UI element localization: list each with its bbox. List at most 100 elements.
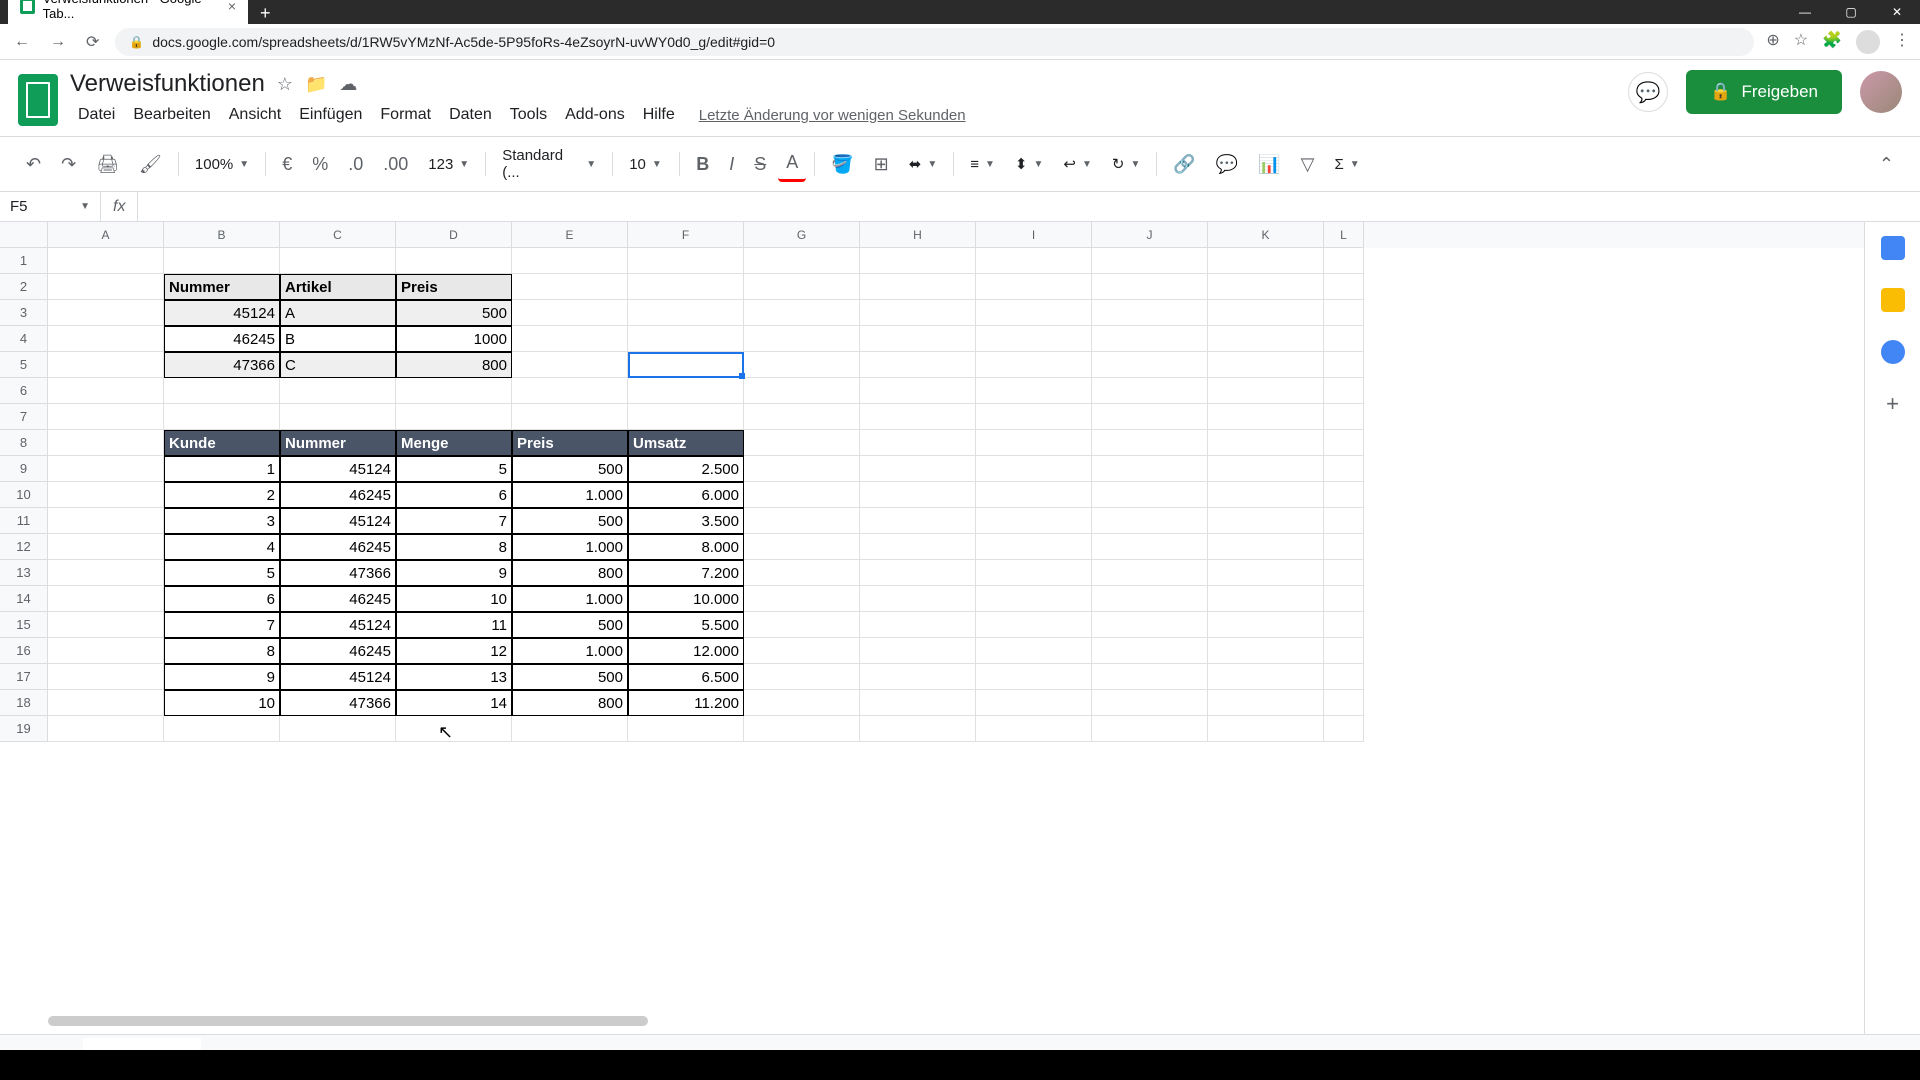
cell-J14[interactable] <box>1092 586 1208 612</box>
text-color-button[interactable]: A <box>778 146 806 182</box>
col-header-J[interactable]: J <box>1092 222 1208 248</box>
last-edit-status[interactable]: Letzte Änderung vor wenigen Sekunden <box>699 107 966 124</box>
cell-K1[interactable] <box>1208 248 1324 274</box>
cell-G16[interactable] <box>744 638 860 664</box>
cell-C17[interactable]: 45124 <box>280 664 396 690</box>
v-align-button[interactable]: ⬍▼ <box>1007 151 1051 177</box>
menu-hilfe[interactable]: Hilfe <box>635 102 683 128</box>
close-tab-icon[interactable]: × <box>228 0 236 14</box>
cell-E3[interactable] <box>512 300 628 326</box>
cell-E17[interactable]: 500 <box>512 664 628 690</box>
cell-J10[interactable] <box>1092 482 1208 508</box>
close-window-button[interactable]: ✕ <box>1874 0 1920 24</box>
cell-A7[interactable] <box>48 404 164 430</box>
menu-addons[interactable]: Add-ons <box>557 102 633 128</box>
cell-L6[interactable] <box>1324 378 1364 404</box>
cell-E6[interactable] <box>512 378 628 404</box>
cell-E1[interactable] <box>512 248 628 274</box>
menu-icon[interactable]: ⋮ <box>1894 30 1910 54</box>
cell-D2[interactable]: Preis <box>396 274 512 300</box>
cell-G1[interactable] <box>744 248 860 274</box>
cell-H14[interactable] <box>860 586 976 612</box>
cell-E16[interactable]: 1.000 <box>512 638 628 664</box>
cell-G17[interactable] <box>744 664 860 690</box>
cell-D9[interactable]: 5 <box>396 456 512 482</box>
spreadsheet-grid[interactable]: ABCDEFGHIJKL 12NummerArtikelPreis345124A… <box>0 222 1864 1072</box>
cell-G10[interactable] <box>744 482 860 508</box>
col-header-H[interactable]: H <box>860 222 976 248</box>
cell-C18[interactable]: 47366 <box>280 690 396 716</box>
cell-L8[interactable] <box>1324 430 1364 456</box>
cell-F11[interactable]: 3.500 <box>628 508 744 534</box>
cell-H17[interactable] <box>860 664 976 690</box>
cell-I13[interactable] <box>976 560 1092 586</box>
cell-C7[interactable] <box>280 404 396 430</box>
collapse-toolbar-button[interactable]: ⌃ <box>1871 148 1902 181</box>
cell-F14[interactable]: 10.000 <box>628 586 744 612</box>
cell-A3[interactable] <box>48 300 164 326</box>
cell-F13[interactable]: 7.200 <box>628 560 744 586</box>
cell-K3[interactable] <box>1208 300 1324 326</box>
cell-G7[interactable] <box>744 404 860 430</box>
url-field[interactable]: 🔒 docs.google.com/spreadsheets/d/1RW5vYM… <box>115 28 1754 56</box>
decrease-decimal-button[interactable]: .0 <box>340 148 371 181</box>
cell-E7[interactable] <box>512 404 628 430</box>
cell-E11[interactable]: 500 <box>512 508 628 534</box>
star-icon[interactable]: ☆ <box>1794 30 1808 54</box>
cell-E4[interactable] <box>512 326 628 352</box>
borders-button[interactable]: ⊞ <box>866 148 897 181</box>
col-header-D[interactable]: D <box>396 222 512 248</box>
cell-D7[interactable] <box>396 404 512 430</box>
cell-C16[interactable]: 46245 <box>280 638 396 664</box>
back-button[interactable]: ← <box>10 29 34 55</box>
reload-button[interactable]: ⟳ <box>82 28 103 56</box>
cell-G8[interactable] <box>744 430 860 456</box>
name-box[interactable]: F5▼ <box>0 198 100 215</box>
cell-H15[interactable] <box>860 612 976 638</box>
col-header-G[interactable]: G <box>744 222 860 248</box>
cell-E5[interactable] <box>512 352 628 378</box>
cell-I14[interactable] <box>976 586 1092 612</box>
cell-F9[interactable]: 2.500 <box>628 456 744 482</box>
rotate-button[interactable]: ↻▼ <box>1104 151 1148 177</box>
row-header-9[interactable]: 9 <box>0 456 48 482</box>
cell-F17[interactable]: 6.500 <box>628 664 744 690</box>
cell-G12[interactable] <box>744 534 860 560</box>
filter-button[interactable]: ▽ <box>1293 148 1323 181</box>
share-button[interactable]: 🔒 Freigeben <box>1686 70 1842 114</box>
row-header-19[interactable]: 19 <box>0 716 48 742</box>
cell-B18[interactable]: 10 <box>164 690 280 716</box>
font-select[interactable]: Standard (...▼ <box>494 143 604 185</box>
cell-J3[interactable] <box>1092 300 1208 326</box>
cell-G6[interactable] <box>744 378 860 404</box>
cell-B17[interactable]: 9 <box>164 664 280 690</box>
cell-A2[interactable] <box>48 274 164 300</box>
cell-K11[interactable] <box>1208 508 1324 534</box>
cell-I2[interactable] <box>976 274 1092 300</box>
cell-L3[interactable] <box>1324 300 1364 326</box>
row-header-8[interactable]: 8 <box>0 430 48 456</box>
cell-A5[interactable] <box>48 352 164 378</box>
comment-cell-button[interactable]: 💬 <box>1208 148 1246 181</box>
cell-J4[interactable] <box>1092 326 1208 352</box>
cell-E15[interactable]: 500 <box>512 612 628 638</box>
cell-I10[interactable] <box>976 482 1092 508</box>
redo-button[interactable]: ↷ <box>53 148 84 181</box>
cell-I17[interactable] <box>976 664 1092 690</box>
menu-format[interactable]: Format <box>372 102 439 128</box>
h-align-button[interactable]: ≡▼ <box>962 152 1003 177</box>
italic-button[interactable]: I <box>721 148 742 181</box>
cell-D16[interactable]: 12 <box>396 638 512 664</box>
forward-button[interactable]: → <box>46 29 70 55</box>
cell-D5[interactable]: 800 <box>396 352 512 378</box>
cell-A17[interactable] <box>48 664 164 690</box>
cell-F7[interactable] <box>628 404 744 430</box>
cell-J15[interactable] <box>1092 612 1208 638</box>
cell-H16[interactable] <box>860 638 976 664</box>
cell-F16[interactable]: 12.000 <box>628 638 744 664</box>
cell-C12[interactable]: 46245 <box>280 534 396 560</box>
cell-I4[interactable] <box>976 326 1092 352</box>
maximize-button[interactable]: ▢ <box>1828 0 1874 24</box>
cell-A4[interactable] <box>48 326 164 352</box>
row-header-16[interactable]: 16 <box>0 638 48 664</box>
